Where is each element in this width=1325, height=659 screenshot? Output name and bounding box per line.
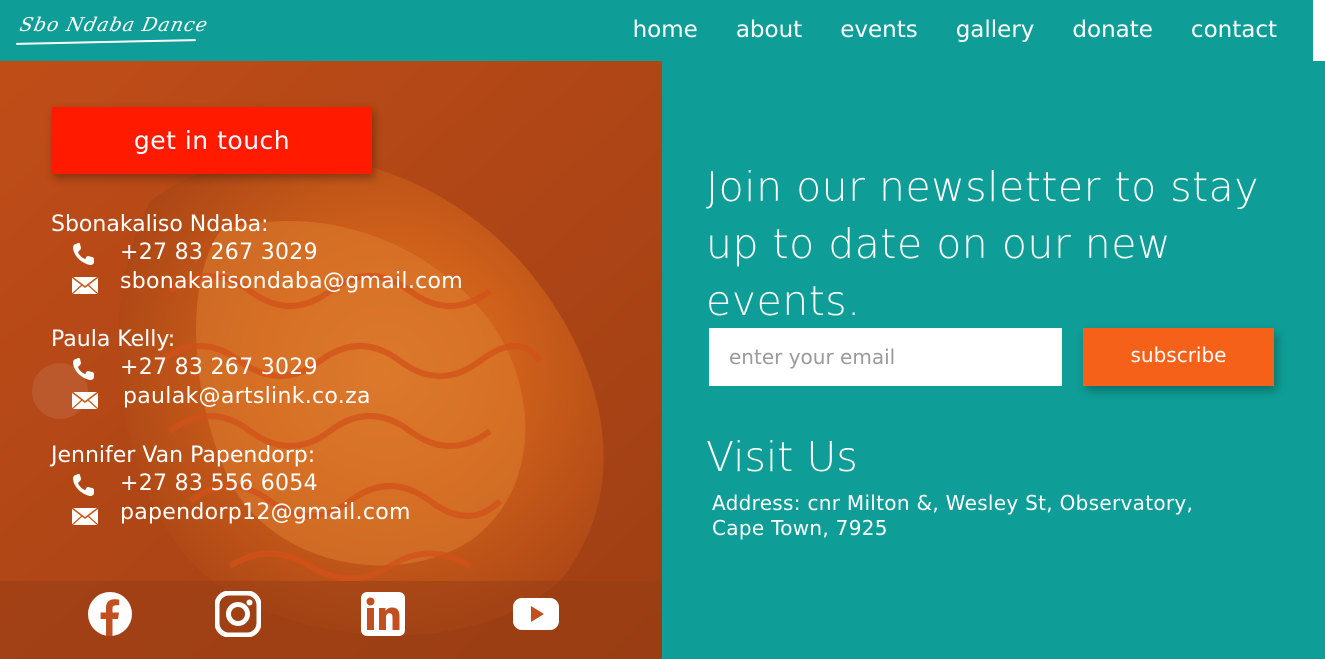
facebook-icon[interactable] bbox=[87, 591, 133, 637]
newsletter-heading: Join our newsletter to stay up to date o… bbox=[706, 163, 1260, 325]
brand-logo[interactable]: Sbo Ndaba Dance bbox=[15, 8, 210, 48]
address-text: Address: cnr Milton &, Wesley St, Observ… bbox=[712, 491, 1194, 540]
subscribe-button[interactable]: subscribe bbox=[1083, 328, 1274, 386]
contact-phone[interactable]: +27 83 267 3029 bbox=[120, 354, 318, 382]
brand-logo-underline bbox=[15, 39, 197, 45]
envelope-icon bbox=[71, 276, 99, 295]
envelope-icon bbox=[71, 391, 99, 410]
contact-phone-row: +27 83 556 6054 bbox=[51, 470, 318, 499]
contact-email[interactable]: paulak@artslink.co.za bbox=[123, 383, 371, 411]
contact-email[interactable]: papendorp12@gmail.com bbox=[120, 499, 411, 527]
phone-icon bbox=[73, 474, 94, 496]
youtube-icon[interactable] bbox=[512, 591, 560, 637]
visit-us-heading: Visit Us bbox=[706, 433, 858, 481]
nav-links: home about events gallery donate contact bbox=[614, 16, 1277, 44]
contact-name: Jennifer Van Papendorp: bbox=[51, 443, 316, 468]
contact-email-row: paulak@artslink.co.za bbox=[51, 383, 370, 412]
contact-card: Jennifer Van Papendorp: +27 83 556 6054 … bbox=[51, 442, 410, 528]
nav-link-home[interactable]: home bbox=[614, 16, 717, 44]
contact-name: Paula Kelly: bbox=[51, 327, 176, 352]
social-links bbox=[0, 591, 662, 643]
nav-link-events[interactable]: events bbox=[821, 16, 937, 44]
contact-panel: get in touch Sbonakaliso Ndaba: +27 83 2… bbox=[0, 61, 662, 659]
contact-name: Sbonakaliso Ndaba: bbox=[51, 212, 269, 237]
phone-icon bbox=[73, 243, 94, 265]
top-navigation-bar: Sbo Ndaba Dance home about events galler… bbox=[0, 0, 1313, 61]
nav-link-donate[interactable]: donate bbox=[1053, 16, 1172, 44]
contact-email[interactable]: sbonakalisondaba@gmail.com bbox=[120, 268, 463, 296]
contact-card: Sbonakaliso Ndaba: +27 83 267 3029 sbona… bbox=[51, 211, 463, 297]
contact-email-row: papendorp12@gmail.com bbox=[51, 499, 410, 528]
nav-link-contact[interactable]: contact bbox=[1172, 16, 1277, 44]
contact-phone[interactable]: +27 83 556 6054 bbox=[120, 470, 318, 498]
contact-phone-row: +27 83 267 3029 bbox=[51, 354, 318, 383]
envelope-icon bbox=[71, 507, 99, 526]
get-in-touch-button[interactable]: get in touch bbox=[52, 107, 372, 174]
phone-icon bbox=[73, 358, 94, 380]
linkedin-icon[interactable] bbox=[360, 591, 406, 637]
contact-content: get in touch Sbonakaliso Ndaba: +27 83 2… bbox=[0, 61, 662, 659]
nav-right-edge bbox=[1313, 0, 1325, 61]
email-input[interactable] bbox=[709, 328, 1062, 386]
nav-link-about[interactable]: about bbox=[717, 16, 821, 44]
contact-phone[interactable]: +27 83 267 3029 bbox=[120, 239, 318, 267]
newsletter-panel: Join our newsletter to stay up to date o… bbox=[662, 61, 1325, 659]
brand-logo-text: Sbo Ndaba Dance bbox=[17, 14, 211, 36]
contact-phone-row: +27 83 267 3029 bbox=[51, 239, 318, 268]
instagram-icon[interactable] bbox=[215, 591, 261, 637]
contact-card: Paula Kelly: +27 83 267 3029 paulak@arts… bbox=[51, 326, 370, 412]
contact-email-row: sbonakalisondaba@gmail.com bbox=[51, 268, 463, 297]
nav-link-gallery[interactable]: gallery bbox=[937, 16, 1054, 44]
